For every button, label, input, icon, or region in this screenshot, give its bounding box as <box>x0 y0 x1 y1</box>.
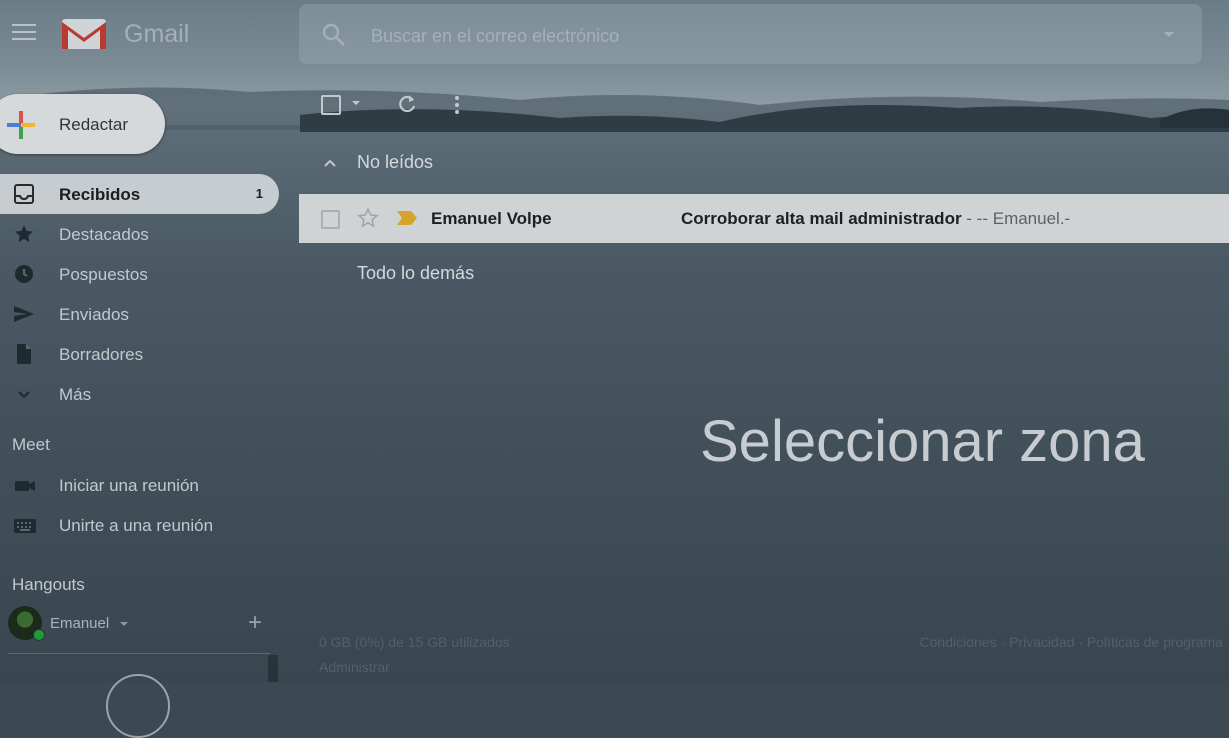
search-bar[interactable]: Buscar en el correo electrónico <box>299 4 1202 64</box>
email-snippet: - -- Emanuel.- <box>961 209 1071 228</box>
sidebar-item-label: Pospuestos <box>59 265 148 284</box>
sidebar-item-more[interactable]: Más <box>0 374 279 414</box>
send-icon <box>13 303 35 325</box>
add-contact-icon[interactable]: + <box>248 609 262 637</box>
sidebar-item-label: Recibidos <box>59 185 141 204</box>
email-subject-line: Corroborar alta mail administrador - -- … <box>681 209 1070 229</box>
sidebar-item-snoozed[interactable]: Pospuestos <box>0 254 279 294</box>
star-icon <box>13 223 35 245</box>
sidebar-item-label: Destacados <box>59 225 149 244</box>
important-marker-icon[interactable] <box>397 211 417 230</box>
sidebar-item-starred[interactable]: Destacados <box>0 214 279 254</box>
divider <box>8 653 270 654</box>
video-icon <box>13 476 37 501</box>
other-section-title: Todo lo demás <box>357 263 475 283</box>
chevron-up-icon[interactable] <box>322 156 338 174</box>
clock-icon <box>13 263 35 285</box>
sidebar-item-inbox[interactable]: Recibidos 1 <box>0 174 279 214</box>
meet-section-title: Meet <box>12 435 50 454</box>
main-menu-button[interactable] <box>12 24 36 44</box>
draft-icon <box>13 343 35 365</box>
select-zone-overlay: Seleccionar zona <box>700 409 1145 474</box>
hangouts-section-title: Hangouts <box>12 575 85 594</box>
search-input[interactable]: Buscar en el correo electrónico <box>371 26 619 47</box>
sidebar-item-sent[interactable]: Enviados <box>0 294 279 334</box>
inbox-icon <box>13 183 35 205</box>
hangouts-placeholder-icon <box>106 674 170 738</box>
start-meeting-label: Iniciar una reunión <box>59 476 199 495</box>
email-sender: Emanuel Volpe <box>431 209 552 228</box>
app-title: Gmail <box>124 20 190 48</box>
hangouts-user[interactable]: Emanuel + <box>8 604 280 644</box>
hangouts-user-name: Emanuel <box>50 615 110 632</box>
compose-label: Redactar <box>59 115 128 134</box>
chevron-down-icon[interactable] <box>120 622 128 626</box>
email-row[interactable]: Emanuel Volpe Corroborar alta mail admin… <box>299 194 1229 243</box>
avatar <box>8 606 45 641</box>
sidebar-item-label: Borradores <box>59 345 144 364</box>
search-icon[interactable] <box>321 22 347 53</box>
select-options-icon[interactable] <box>352 101 360 105</box>
join-meeting-item[interactable]: Unirte a una reunión <box>0 506 280 546</box>
unread-count-badge: 1 <box>255 186 263 201</box>
join-meeting-label: Unirte a una reunión <box>59 516 214 535</box>
scrollbar[interactable] <box>268 655 278 682</box>
footer-links[interactable]: Condiciones · Privacidad · Políticas de … <box>920 634 1223 650</box>
unread-section-title: No leídos <box>357 152 434 172</box>
sidebar-nav: Recibidos 1 Destacados Pospuestos Enviad… <box>0 174 280 414</box>
keyboard-icon <box>13 516 37 541</box>
gmail-logo-icon[interactable] <box>60 16 108 57</box>
refresh-icon[interactable] <box>396 93 418 120</box>
start-meeting-item[interactable]: Iniciar una reunión <box>0 466 280 506</box>
sidebar-item-label: Más <box>59 385 92 404</box>
star-icon[interactable] <box>357 207 379 234</box>
select-all-checkbox[interactable] <box>321 95 341 115</box>
online-status-icon <box>33 629 45 641</box>
manage-storage-link[interactable]: Administrar <box>319 659 390 675</box>
email-subject: Corroborar alta mail administrador <box>681 209 962 228</box>
more-options-icon[interactable] <box>454 95 460 120</box>
compose-button[interactable]: Redactar <box>0 94 165 154</box>
search-options-icon[interactable] <box>1164 32 1174 37</box>
chevron-down-icon <box>13 383 35 405</box>
storage-usage: 0 GB (0%) de 15 GB utilizados <box>319 634 510 650</box>
plus-icon <box>6 110 36 145</box>
sidebar-item-label: Enviados <box>59 305 129 324</box>
email-checkbox[interactable] <box>321 210 340 229</box>
sidebar-item-drafts[interactable]: Borradores <box>0 334 279 374</box>
